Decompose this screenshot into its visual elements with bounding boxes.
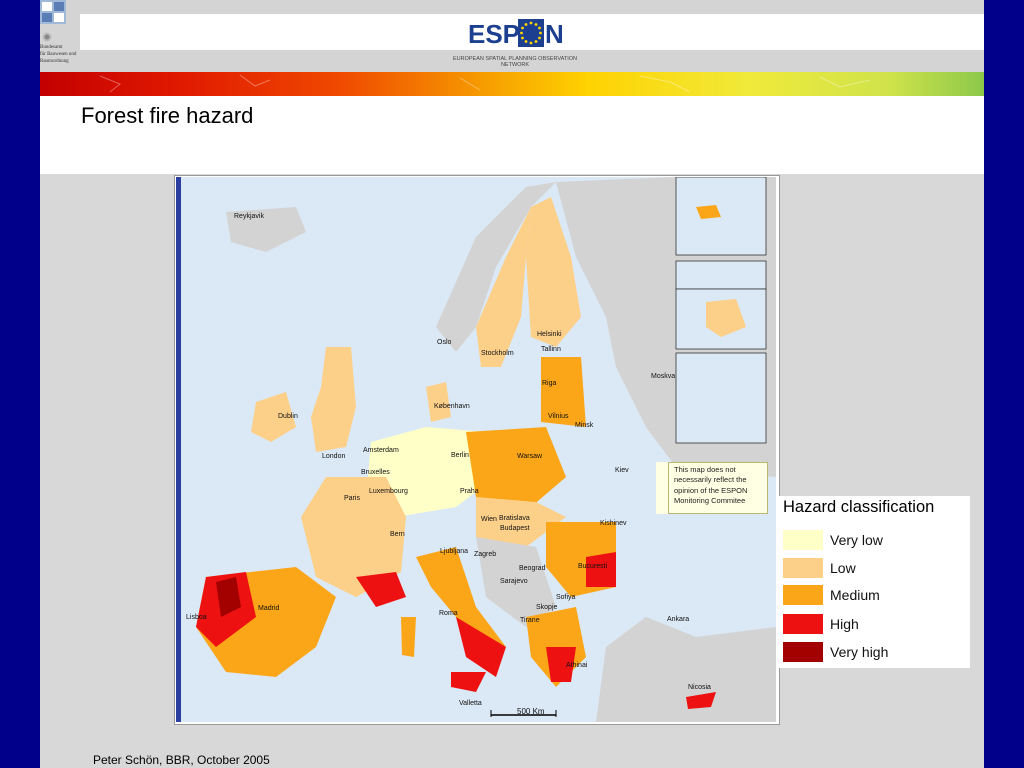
city-label: Beograd: [519, 565, 546, 572]
map-scale-label: 500 Km: [517, 707, 545, 716]
legend-title: Hazard classification: [783, 498, 935, 516]
city-label: Kishinev: [600, 520, 627, 527]
eagle-seal-icon: [42, 32, 52, 42]
legend-label: Very low: [830, 532, 883, 548]
city-label: Oslo: [437, 339, 452, 346]
city-label: Luxembourg: [369, 488, 408, 495]
city-label: Bratislava: [499, 515, 530, 522]
city-label: Dublin: [278, 413, 298, 420]
city-label: Kiev: [615, 467, 629, 474]
city-label: København: [434, 403, 470, 410]
legend-swatch: [783, 585, 823, 605]
city-label: Zagreb: [474, 551, 497, 558]
city-label: Moskva: [651, 373, 676, 380]
map-disclaimer: This map does not necessarily reflect th…: [668, 462, 768, 514]
city-label: Lisboa: [186, 614, 207, 621]
city-label: London: [322, 453, 346, 460]
legend-label: Low: [830, 560, 856, 576]
city-label: Roma: [439, 610, 458, 617]
legend-item-low: Low: [783, 558, 963, 580]
city-label: Ankara: [667, 616, 690, 623]
legend-label: Very high: [830, 644, 889, 660]
city-label: Paris: [344, 495, 360, 502]
legend: Hazard classification Very low Low Mediu…: [779, 496, 970, 668]
city-label: Sofiya: [556, 594, 576, 601]
legend-swatch: [783, 642, 823, 662]
city-label: Madrid: [258, 605, 280, 612]
svg-text:N: N: [545, 19, 562, 49]
city-label: Praha: [460, 488, 479, 495]
espon-logo-icon: ESP N: [468, 19, 562, 49]
city-label: Nicosia: [688, 684, 711, 691]
slide-title: Forest fire hazard: [81, 103, 254, 128]
legend-swatch: [783, 558, 823, 578]
city-label: Bruxelles: [361, 469, 390, 476]
bbr-institution-name: Bundesamt für Bauwesen und Raumordnung: [40, 45, 77, 64]
legend-label: Medium: [830, 587, 880, 603]
city-label: Helsinki: [537, 331, 562, 338]
legend-item-very-low: Very low: [783, 530, 963, 552]
city-label: Stockholm: [481, 350, 514, 357]
legend-label: High: [830, 616, 859, 632]
city-label: Bucuresti: [578, 563, 608, 570]
legend-item-medium: Medium: [783, 585, 963, 607]
city-label: Warsaw: [517, 453, 543, 460]
city-label: Ljubljana: [440, 548, 469, 555]
city-label: Riga: [542, 380, 557, 387]
legend-swatch: [783, 530, 823, 550]
svg-text:ESP: ESP: [468, 19, 520, 49]
europe-hazard-map: [176, 177, 776, 722]
city-label: Wien: [481, 516, 497, 523]
legend-item-very-high: Very high: [783, 642, 963, 664]
city-label: Reykjavik: [234, 213, 264, 220]
city-label: Budapest: [500, 525, 530, 532]
city-label: Athinai: [566, 662, 588, 669]
city-label: Valletta: [459, 700, 482, 707]
city-label: Vilnius: [548, 413, 569, 420]
hazard-color-band: [40, 72, 984, 96]
bbr-logo-icon: [40, 0, 66, 24]
legend-item-high: High: [783, 614, 963, 636]
footer-credit: Peter Schön, BBR, October 2005: [93, 753, 270, 767]
espon-subtitle: EUROPEAN SPATIAL PLANNING OBSERVATION NE…: [453, 56, 577, 68]
city-label: Minsk: [575, 422, 594, 429]
city-label: Skopje: [536, 604, 558, 611]
city-label: Amsterdam: [363, 447, 399, 454]
city-label: Tallinn: [541, 346, 561, 353]
city-label: Bern: [390, 531, 405, 538]
city-label: Sarajevo: [500, 578, 528, 585]
city-label: Berlin: [451, 452, 469, 459]
city-label: Tirane: [520, 617, 540, 624]
legend-swatch: [783, 614, 823, 634]
